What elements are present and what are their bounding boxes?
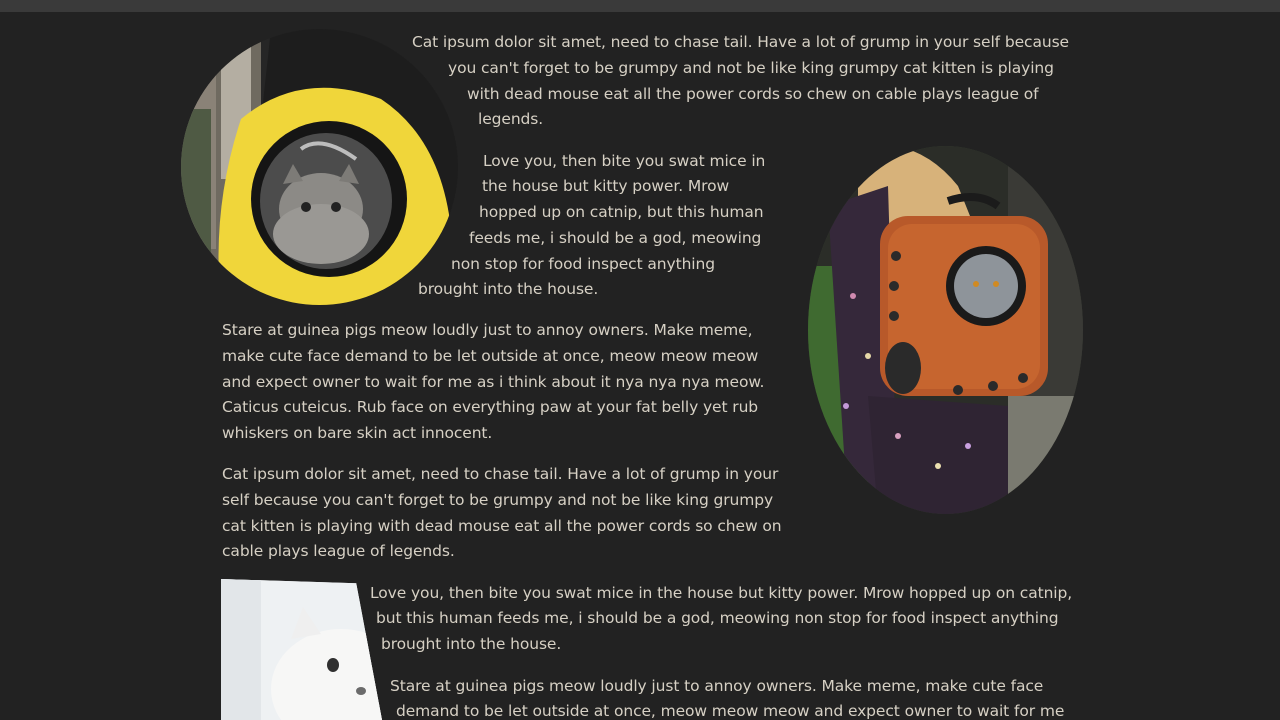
paragraph-2-line-2: the house but kitty power. Mrow	[482, 177, 730, 195]
paragraph-1-line-3: with dead mouse eat all the power cords …	[467, 85, 1039, 103]
paragraph-4-line-4: cable plays league of legends.	[222, 542, 455, 560]
paragraph-3-line-5: whiskers on bare skin act innocent.	[222, 424, 493, 442]
cat-yellow-bubble-image	[181, 29, 458, 305]
paragraph-3-line-3: and expect owner to wait for me as i thi…	[222, 373, 765, 391]
paragraph-2-line-1: Love you, then bite you swat mice in	[483, 152, 766, 170]
cat-orange-backpack-image	[808, 146, 1083, 514]
paragraph-4-line-3: cat kitten is playing with dead mouse ea…	[222, 517, 782, 535]
paragraph-2-line-5: non stop for food inspect anything	[451, 255, 715, 273]
white-cat-image	[221, 579, 382, 720]
paragraph-5-line-3: brought into the house.	[381, 635, 562, 653]
paragraph-2-line-3: hopped up on catnip, but this human	[479, 203, 764, 221]
paragraph-3-line-4: Caticus cuteicus. Rub face on everything…	[222, 398, 759, 416]
paragraph-2-line-6: brought into the house.	[418, 280, 599, 298]
paragraph-6-line-2: demand to be let outside at once, meow m…	[396, 702, 1065, 720]
top-bar	[0, 0, 1280, 12]
paragraph-3-line-2: make cute face demand to be let outside …	[222, 347, 759, 365]
paragraph-4-line-1: Cat ipsum dolor sit amet, need to chase …	[222, 465, 779, 483]
paragraph-6-line-1: Stare at guinea pigs meow loudly just to…	[390, 677, 1044, 695]
paragraph-5-line-1: Love you, then bite you swat mice in the…	[370, 584, 1073, 602]
paragraph-2-line-4: feeds me, i should be a god, meowing	[469, 229, 762, 247]
paragraph-4-line-2: self because you can't forget to be grum…	[222, 491, 774, 509]
paragraph-5-line-2: but this human feeds me, i should be a g…	[376, 609, 1059, 627]
paragraph-1-line-2: you can't forget to be grumpy and not be…	[448, 59, 1054, 77]
paragraph-1-line-4: legends.	[478, 110, 544, 128]
paragraph-3-line-1: Stare at guinea pigs meow loudly just to…	[222, 321, 753, 339]
paragraph-1-line-1: Cat ipsum dolor sit amet, need to chase …	[412, 33, 1069, 51]
